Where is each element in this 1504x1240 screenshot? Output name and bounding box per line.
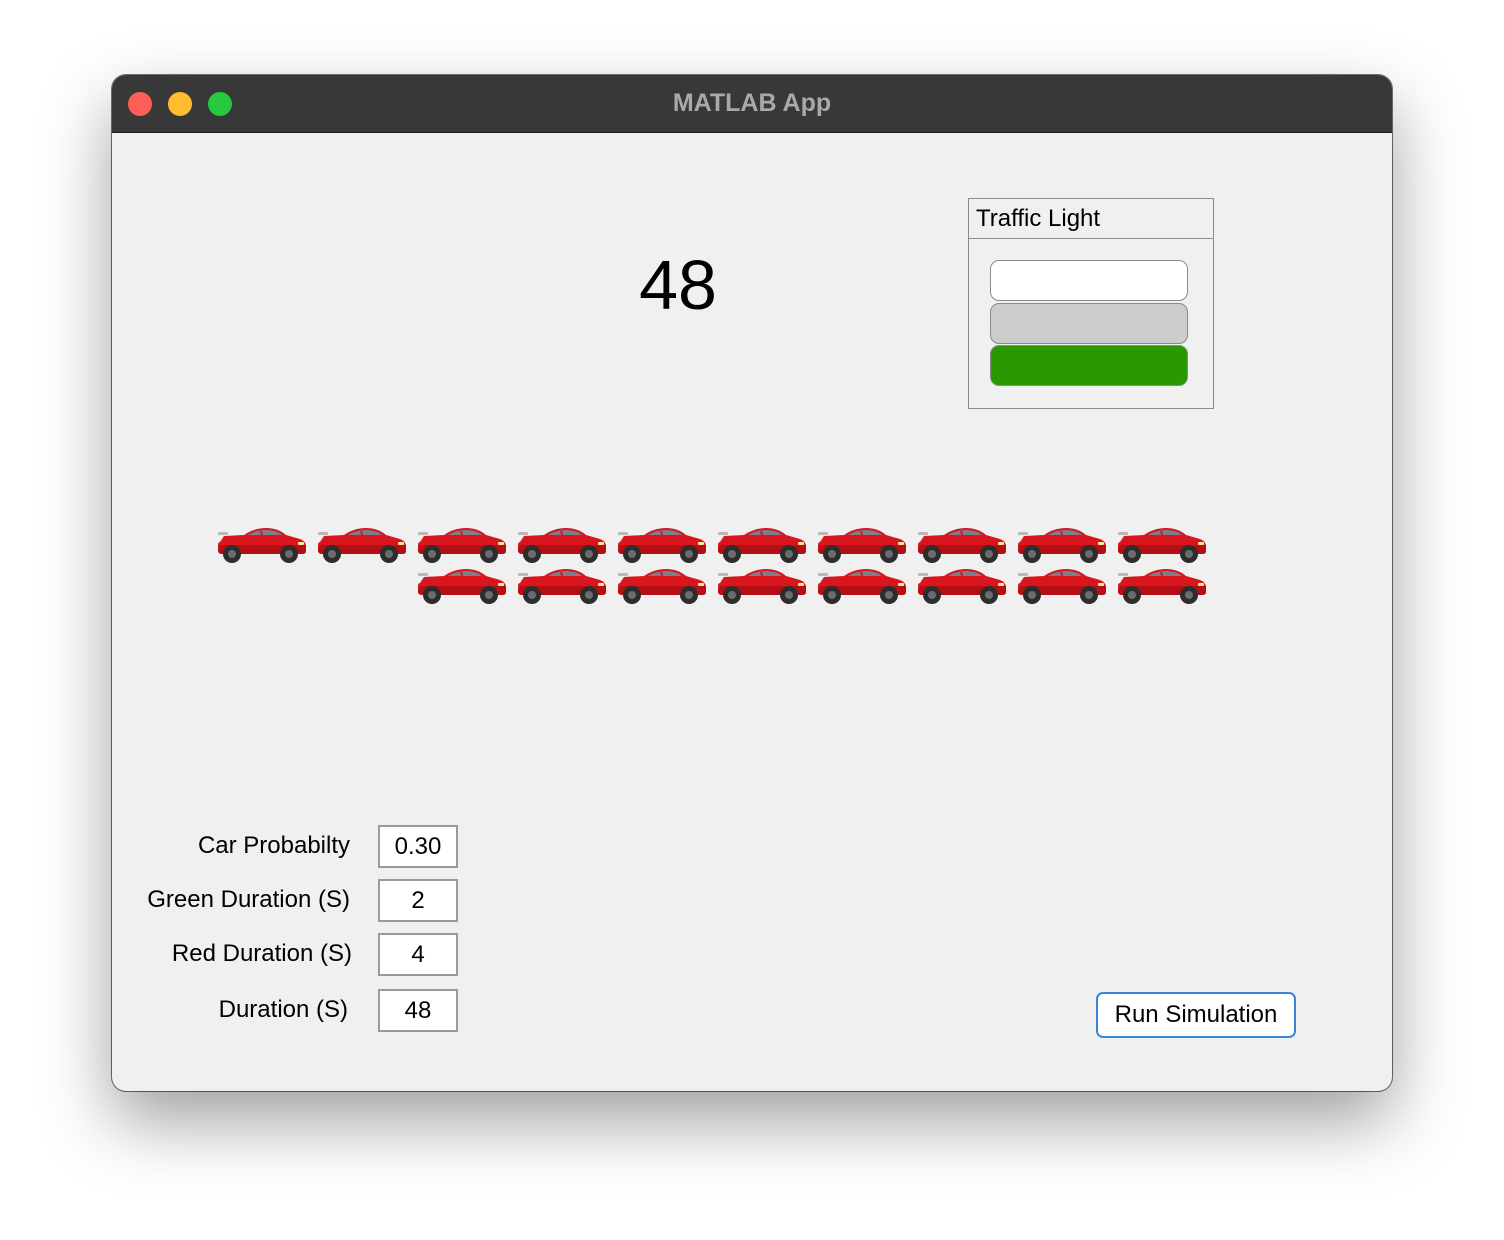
duration-field[interactable]: 48 bbox=[378, 989, 458, 1032]
red-sports-car-icon bbox=[314, 525, 408, 565]
red-duration-field[interactable]: 4 bbox=[378, 933, 458, 976]
red-sports-car-icon bbox=[1114, 525, 1208, 565]
traffic-light-panel-title: Traffic Light bbox=[969, 199, 1213, 239]
car-queue-row-1 bbox=[214, 525, 1214, 565]
red-sports-car-icon bbox=[714, 566, 808, 606]
red-sports-car-icon bbox=[614, 566, 708, 606]
red-sports-car-icon bbox=[614, 525, 708, 565]
red-sports-car-icon bbox=[1114, 566, 1208, 606]
red-duration-label: Red Duration (S) bbox=[171, 940, 352, 967]
car-probability-label: Car Probabilty bbox=[197, 832, 350, 859]
green-lamp bbox=[990, 345, 1188, 386]
green-duration-label: Green Duration (S) bbox=[147, 886, 350, 913]
red-sports-car-icon bbox=[414, 525, 508, 565]
red-sports-car-icon bbox=[514, 525, 608, 565]
red-sports-car-icon bbox=[514, 566, 608, 606]
red-sports-car-icon bbox=[1014, 566, 1108, 606]
red-lamp bbox=[990, 260, 1188, 301]
run-simulation-button[interactable]: Run Simulation bbox=[1096, 992, 1296, 1038]
app-window: MATLAB App 48 Traffic Light Car Probabil… bbox=[112, 75, 1392, 1091]
yellow-lamp bbox=[990, 303, 1188, 344]
red-sports-car-icon bbox=[414, 566, 508, 606]
duration-label: Duration (S) bbox=[218, 996, 348, 1023]
traffic-light-panel: Traffic Light bbox=[968, 198, 1214, 409]
red-sports-car-icon bbox=[914, 525, 1008, 565]
green-duration-field[interactable]: 2 bbox=[378, 879, 458, 922]
red-sports-car-icon bbox=[1014, 525, 1108, 565]
car-probability-field[interactable]: 0.30 bbox=[378, 825, 458, 868]
app-content: 48 Traffic Light Car Probabilty 0.30 Gre… bbox=[112, 133, 1392, 1091]
red-sports-car-icon bbox=[814, 525, 908, 565]
red-sports-car-icon bbox=[914, 566, 1008, 606]
title-bar: MATLAB App bbox=[112, 75, 1392, 133]
red-sports-car-icon bbox=[714, 525, 808, 565]
red-sports-car-icon bbox=[214, 525, 308, 565]
car-queue-row-2 bbox=[414, 566, 1214, 606]
time-counter: 48 bbox=[639, 246, 717, 324]
window-title: MATLAB App bbox=[672, 89, 832, 117]
red-sports-car-icon bbox=[814, 566, 908, 606]
